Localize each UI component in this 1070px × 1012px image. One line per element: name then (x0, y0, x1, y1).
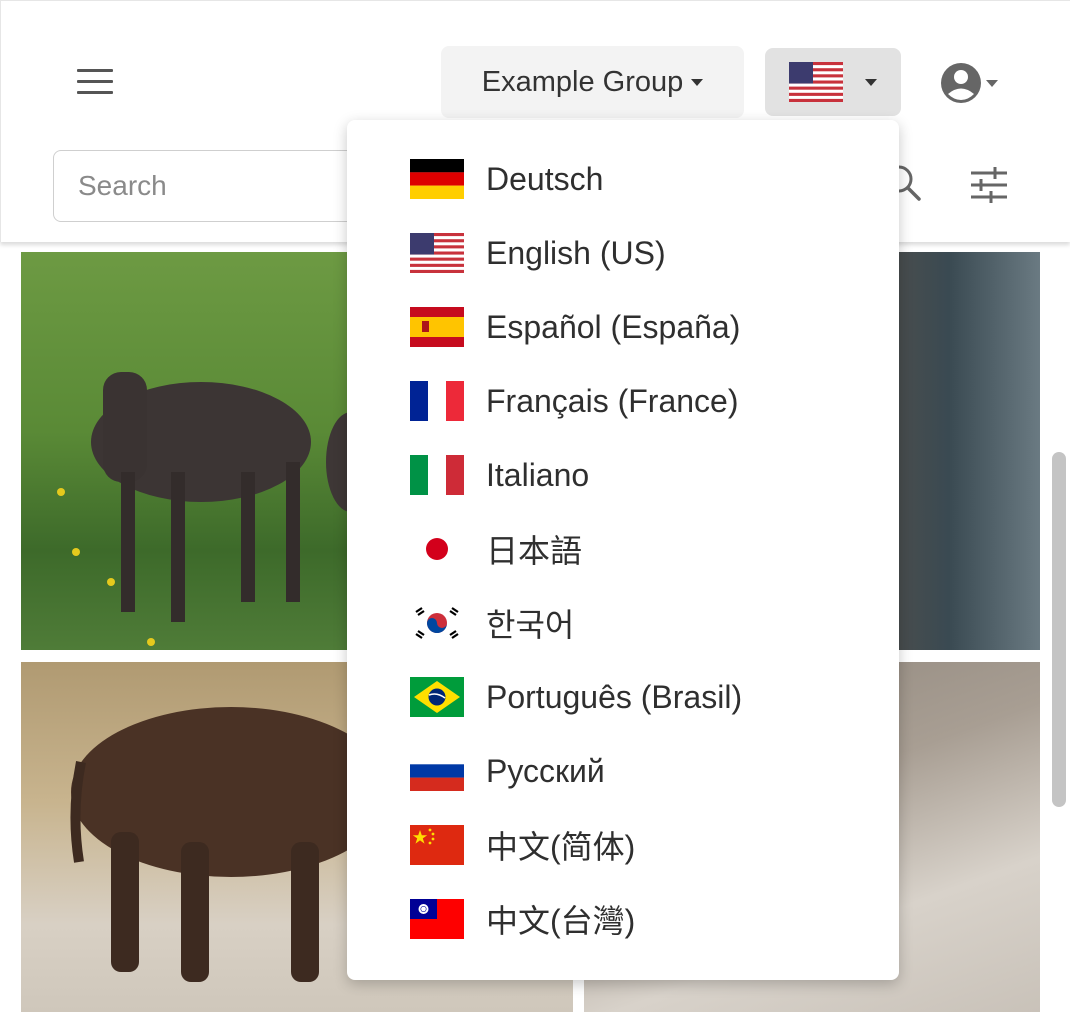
language-dropdown-button[interactable] (765, 48, 901, 116)
taiwan-flag-icon (410, 899, 464, 939)
search-input[interactable] (53, 150, 373, 222)
language-menu: Deutsch English (US) Español (España) Fr… (347, 120, 899, 980)
us-flag-icon (410, 233, 464, 273)
germany-flag-icon (410, 159, 464, 199)
language-item-portugues[interactable]: Português (Brasil) (347, 660, 899, 734)
spain-flag-icon (410, 307, 464, 347)
group-label: Example Group (481, 65, 684, 98)
us-flag-icon (789, 62, 843, 102)
korea-flag-icon (410, 603, 464, 643)
france-flag-icon (410, 381, 464, 421)
menu-icon[interactable] (75, 65, 115, 99)
language-item-russian[interactable]: Русский (347, 734, 899, 808)
brazil-flag-icon (410, 677, 464, 717)
language-item-korean[interactable]: 한국어 (347, 586, 899, 660)
language-label: Español (España) (486, 308, 741, 345)
language-label: English (US) (486, 234, 666, 271)
language-label: 中文(简体) (486, 829, 636, 865)
language-item-chinese-traditional[interactable]: 中文(台灣) (347, 882, 899, 956)
russia-flag-icon (410, 751, 464, 791)
language-label: Français (France) (486, 382, 739, 419)
language-item-chinese-simplified[interactable]: 中文(简体) (347, 808, 899, 882)
language-label: 한국어 (486, 607, 575, 643)
language-item-english-us[interactable]: English (US) (347, 216, 899, 290)
caret-down-icon (865, 78, 877, 86)
language-item-deutsch[interactable]: Deutsch (347, 142, 899, 216)
language-label: 中文(台灣) (486, 903, 636, 939)
account-circle-icon (941, 63, 981, 103)
group-dropdown-button[interactable]: Example Group (441, 46, 744, 118)
language-label: Русский (486, 752, 605, 789)
language-label: Italiano (486, 456, 590, 493)
language-item-francais[interactable]: Français (France) (347, 364, 899, 438)
tune-icon[interactable] (967, 163, 1011, 207)
caret-down-icon (691, 78, 704, 86)
china-flag-icon (410, 825, 464, 865)
caret-down-icon (986, 79, 998, 87)
language-label: 日本語 (486, 533, 583, 569)
japan-flag-icon (410, 529, 464, 569)
language-label: Português (Brasil) (486, 678, 743, 715)
italy-flag-icon (410, 455, 464, 495)
scrollbar[interactable] (1052, 452, 1066, 807)
language-item-italiano[interactable]: Italiano (347, 438, 899, 512)
language-item-japanese[interactable]: 日本語 (347, 512, 899, 586)
language-label: Deutsch (486, 160, 604, 197)
language-item-espanol[interactable]: Español (España) (347, 290, 899, 364)
user-menu-button[interactable] (939, 61, 1011, 105)
